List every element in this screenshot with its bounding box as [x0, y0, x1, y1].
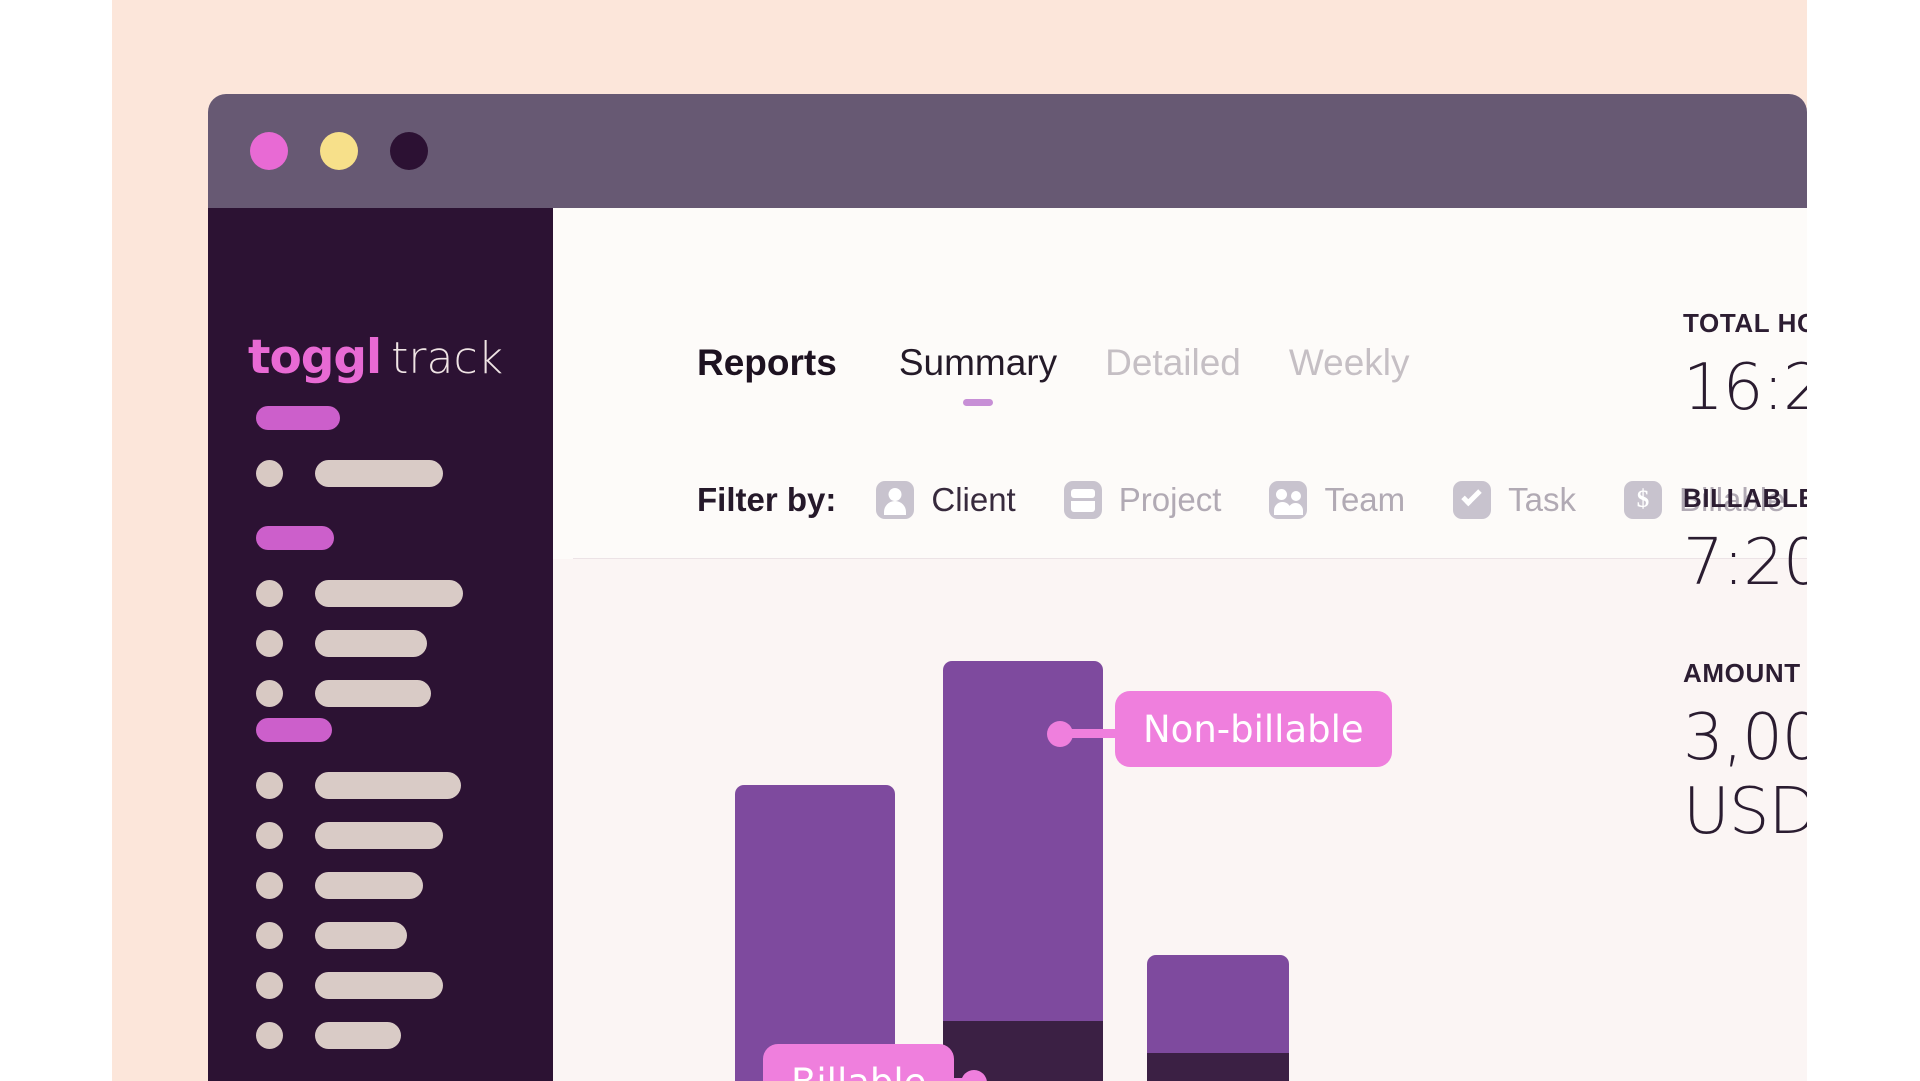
filter-project[interactable]: Project — [1063, 481, 1222, 519]
bar-sat-non-billable — [735, 785, 895, 1081]
summary-stats: TOTAL HOURS 16:25:00 BILLABLE HOURS 7:20… — [1683, 308, 1807, 907]
stat-billable-hours-label: BILLABLE HOURS — [1683, 483, 1807, 513]
maximize-dot-icon[interactable] — [390, 132, 428, 170]
sidebar-group-2 — [256, 526, 463, 730]
callout-non-billable-leader — [1059, 729, 1121, 738]
stat-billable-hours-value: 7:20:50 — [1683, 526, 1807, 600]
filter-client[interactable]: Client — [876, 481, 1016, 519]
sidebar-item-label — [315, 872, 423, 899]
sidebar-item-label — [315, 460, 443, 487]
bar-mon-billable — [1147, 1053, 1289, 1081]
stat-total-hours: TOTAL HOURS 16:25:00 — [1683, 308, 1807, 425]
sidebar-group-2-header — [256, 526, 334, 550]
sidebar-item-label — [315, 922, 407, 949]
main-content: Reports Summary Detailed Weekly Filter b… — [553, 208, 1807, 1081]
sidebar-group-1 — [256, 406, 443, 510]
sidebar-item-2-3[interactable] — [256, 680, 463, 707]
filter-task-label: Task — [1508, 481, 1577, 518]
logo-product: track — [391, 333, 504, 384]
stat-billable-hours: BILLABLE HOURS 7:20:50 — [1683, 483, 1807, 600]
close-dot-icon[interactable] — [250, 132, 288, 170]
page-title: Reports — [697, 342, 837, 383]
sidebar-item-3-3[interactable] — [256, 872, 461, 899]
sidebar-group-1-header — [256, 406, 340, 430]
sidebar-item-icon — [256, 580, 283, 607]
stat-total-hours-value: 16:25:00 — [1683, 351, 1807, 425]
sidebar-item-icon — [256, 872, 283, 899]
callout-non-billable[interactable]: Non-billable — [1115, 691, 1392, 767]
tab-summary[interactable]: Summary — [898, 342, 1058, 406]
minimize-dot-icon[interactable] — [320, 132, 358, 170]
sidebar-item-2-1[interactable] — [256, 580, 463, 607]
sidebar-item-3-6[interactable] — [256, 1022, 461, 1049]
bar-mon-non-billable — [1147, 955, 1289, 1053]
callout-non-billable-label: Non-billable — [1143, 707, 1364, 751]
window-titlebar — [208, 94, 1807, 208]
sidebar-item-icon — [256, 1022, 283, 1049]
sidebar-item-3-1[interactable] — [256, 772, 461, 799]
sidebar-item-label — [315, 1022, 401, 1049]
bar-sun[interactable] — [943, 661, 1103, 1081]
callout-billable-label: Billable — [791, 1061, 926, 1081]
sidebar-item-3-4[interactable] — [256, 922, 461, 949]
sidebar-item-3-5[interactable] — [256, 972, 461, 999]
people-icon — [1269, 481, 1308, 519]
tab-weekly[interactable]: Weekly — [1289, 342, 1410, 384]
bar-mon[interactable] — [1147, 955, 1289, 1081]
bar-sun-non-billable — [943, 661, 1103, 1021]
sidebar-group-3 — [256, 718, 461, 1072]
sidebar-item-label — [315, 580, 463, 607]
stat-amount-label: AMOUNT — [1683, 658, 1801, 688]
sidebar-item-icon — [256, 680, 283, 707]
sidebar-item-icon — [256, 460, 283, 487]
dollar-icon: $ — [1624, 481, 1663, 519]
sidebar-item-3-2[interactable] — [256, 822, 461, 849]
check-icon — [1453, 481, 1492, 519]
sidebar-item-label — [315, 630, 427, 657]
sidebar-group-3-header — [256, 718, 332, 742]
app-sidebar: toggl track — [208, 208, 553, 1081]
tab-active-indicator — [962, 399, 993, 406]
stat-total-hours-label: TOTAL HOURS — [1683, 308, 1807, 338]
sidebar-item-label — [315, 822, 443, 849]
sidebar-item-label — [315, 972, 443, 999]
filter-team-label: Team — [1324, 481, 1406, 518]
sidebar-item-1-1[interactable] — [256, 460, 443, 487]
stat-amount-value: 3,000 USD — [1683, 701, 1807, 849]
sidebar-item-label — [315, 772, 461, 799]
callout-billable[interactable]: Billable — [763, 1044, 955, 1081]
filter-client-label: Client — [931, 481, 1016, 518]
toggl-track-logo[interactable]: toggl track — [248, 330, 503, 385]
page-root: toggl track Reports Summary Detailed Wee… — [0, 0, 1920, 1081]
filter-by-label: Filter by: — [697, 481, 837, 518]
filter-team[interactable]: Team — [1269, 481, 1405, 519]
bar-sat[interactable] — [735, 785, 895, 1081]
tab-detailed[interactable]: Detailed — [1105, 342, 1241, 384]
filter-task[interactable]: Task — [1453, 481, 1576, 519]
sidebar-item-2-2[interactable] — [256, 630, 463, 657]
logo-brand: toggl — [248, 330, 382, 385]
stat-amount: AMOUNT 3,000 USD — [1683, 658, 1807, 849]
sidebar-item-icon — [256, 822, 283, 849]
sidebar-item-icon — [256, 630, 283, 657]
sidebar-item-icon — [256, 772, 283, 799]
browser-window: toggl track Reports Summary Detailed Wee… — [208, 94, 1807, 1081]
tab-summary-label: Summary — [898, 342, 1058, 383]
reports-tabs: Reports Summary Detailed Weekly — [697, 342, 1458, 406]
folder-icon — [1063, 481, 1102, 519]
sidebar-item-label — [315, 680, 431, 707]
filter-project-label: Project — [1118, 481, 1222, 518]
sidebar-item-icon — [256, 922, 283, 949]
filter-bar: Filter by: Client Project Team Task $ Bi… — [697, 481, 1807, 519]
sidebar-item-icon — [256, 972, 283, 999]
summary-bar-chart: Sat 14/10 Sun 15/10 Mon 16/10 Non-billab… — [553, 559, 1807, 1081]
person-icon — [876, 481, 915, 519]
